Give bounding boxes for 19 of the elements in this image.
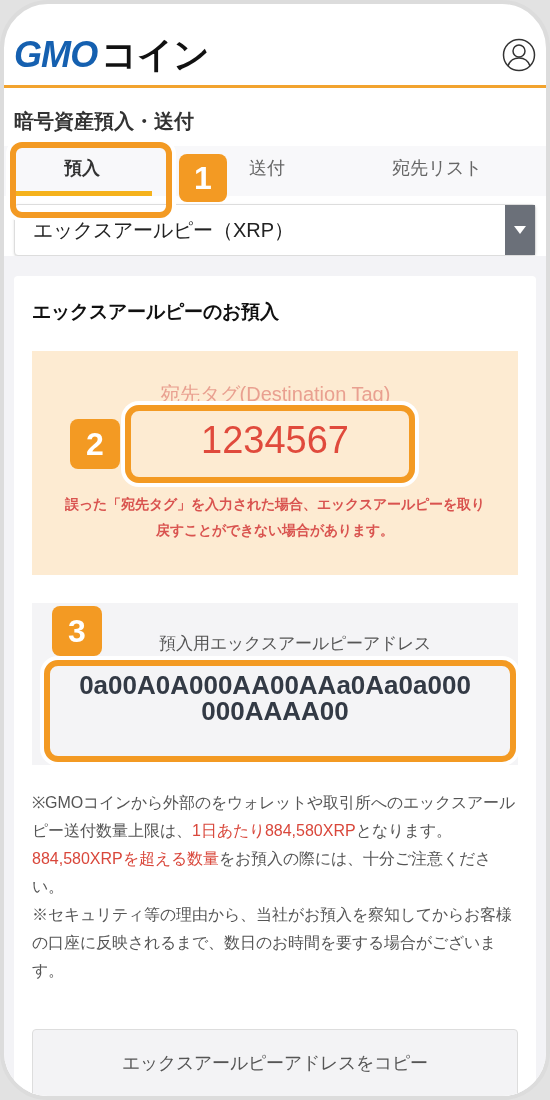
deposit-address: 0a00A0A000AA00AAa0Aa0a000000AAAA00 bbox=[78, 672, 472, 724]
step-badge: 3 bbox=[52, 606, 102, 656]
tab[interactable]: 宛先リスト bbox=[362, 146, 512, 196]
note-text: ※GMOコインから外部のをウォレットや取引所へのエックスアールピー送付数量上限は、1日あたり884,580XRP となります。 884,580XRPを超える数量をお預入の際には、十分ご注意ください。 bbox=[32, 792, 517, 897]
page-title: 暗号資産預入・送付 bbox=[13, 109, 195, 134]
copy-address-button[interactable]: エックスアールピーアドレスをコピー bbox=[32, 1028, 518, 1096]
logo[interactable]: GMO コイン bbox=[14, 36, 210, 73]
tab[interactable]: 預入 bbox=[12, 146, 152, 196]
destination-tag: 1234567 bbox=[201, 414, 349, 465]
step-badge: 2 bbox=[70, 419, 120, 469]
address-label: 預入用エックスアールピーアドレス bbox=[159, 632, 431, 655]
caret-icon bbox=[514, 226, 526, 234]
currency-select[interactable]: エックスアールピー（XRP） bbox=[14, 204, 536, 256]
step-badge: 1 bbox=[179, 154, 227, 202]
card-heading: エックスアールピーのお預入 bbox=[32, 300, 280, 324]
note-text: ※セキュリティ等の理由から、当社がお預入を察知してからお客様の口座に反映されるまで、数日のお時間を要する場合がございます。 bbox=[32, 904, 513, 981]
tab[interactable]: 送付 bbox=[232, 146, 302, 196]
warning-text: 誤った「宛先タグ」を入力された場合、エックスアールピーを取り戻すことができない場合があります。 bbox=[64, 494, 486, 540]
account-icon[interactable] bbox=[502, 37, 536, 72]
